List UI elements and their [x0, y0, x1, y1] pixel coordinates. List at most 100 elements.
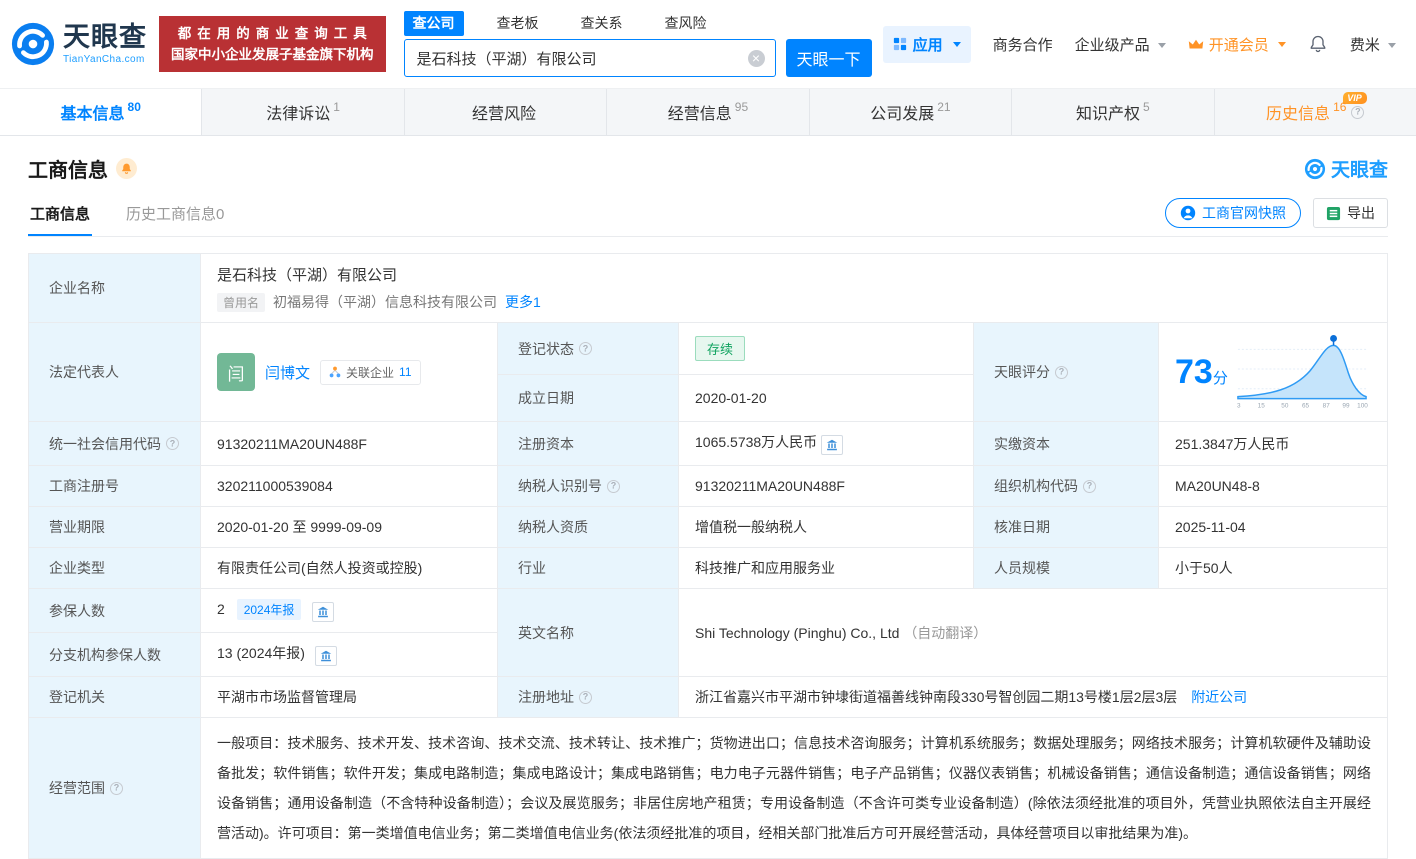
svg-text:100: 100: [1357, 402, 1368, 409]
value-credit-code: 91320211MA20UN488F: [201, 422, 498, 466]
value-branch-insured-count: 13 (2024年报): [201, 633, 498, 677]
header-right-nav: 应用 商务合作 企业级产品 开通会员 费米: [883, 26, 1396, 63]
crown-icon: [1188, 38, 1204, 51]
label-legal-representative: 法定代表人: [29, 323, 201, 422]
annual-report-icon[interactable]: [315, 646, 337, 666]
slogan-line1: 都在用的商业查询工具: [171, 23, 380, 44]
value-registration-number: 320211000539084: [201, 466, 498, 507]
legal-rep-link[interactable]: 闫博文: [265, 362, 310, 383]
tab-label: 经营风险: [472, 100, 536, 124]
tab-intellectual-property[interactable]: 知识产权 5: [1012, 89, 1214, 135]
chevron-down-icon: [953, 42, 961, 47]
table-row: 企业名称 是石科技（平湖）有限公司 曾用名 初福易得（平湖）信息科技有限公司 更…: [29, 254, 1388, 323]
help-icon[interactable]: [579, 342, 592, 355]
help-icon[interactable]: [607, 480, 620, 493]
label-taxpayer-id: 纳税人识别号: [498, 466, 679, 507]
annual-report-icon[interactable]: [312, 602, 334, 622]
svg-text:87: 87: [1323, 402, 1331, 409]
capital-source-icon[interactable]: [821, 435, 843, 455]
tab-history-info[interactable]: VIP 历史信息 16: [1215, 89, 1416, 135]
vip-membership-menu[interactable]: 开通会员: [1188, 34, 1286, 55]
help-icon[interactable]: [1055, 366, 1068, 379]
value-registered-address: 浙江省嘉兴市平湖市钟埭街道福善线钟南段330号智创园二期13号楼1层2层3层 附…: [679, 677, 1388, 718]
tianyancha-logo-icon: [10, 21, 56, 67]
tianyancha-logo[interactable]: 天眼查 TianYanCha.com: [10, 21, 147, 67]
chevron-down-icon: [1158, 43, 1166, 48]
tab-count: 95: [735, 100, 748, 114]
search-tab-relation[interactable]: 查关系: [572, 11, 632, 36]
export-button[interactable]: 导出: [1313, 198, 1388, 228]
legal-rep-avatar[interactable]: 闫: [217, 353, 255, 391]
tab-label: 知识产权: [1076, 100, 1140, 124]
related-companies-count: 11: [399, 365, 411, 379]
top-header: 天眼查 TianYanCha.com 都在用的商业查询工具 国家中小企业发展子基…: [0, 0, 1416, 88]
subtab-row: 工商信息 历史工商信息0 工商官网快照 导出: [28, 193, 1388, 237]
related-companies-tag[interactable]: 关联企业 11: [320, 360, 420, 385]
tianyancha-watermark: 天眼查: [1304, 155, 1388, 182]
logo-subtext: TianYanCha.com: [63, 54, 147, 65]
label-industry: 行业: [498, 548, 679, 589]
label-english-name: 英文名称: [498, 589, 679, 677]
table-row: 经营范围 一般项目：技术服务、技术开发、技术咨询、技术交流、技术转让、技术推广；…: [29, 718, 1388, 859]
apps-menu[interactable]: 应用: [883, 26, 971, 63]
enterprise-products-menu[interactable]: 企业级产品: [1075, 34, 1166, 55]
value-english-name: Shi Technology (Pinghu) Co., Ltd （自动翻译）: [679, 589, 1388, 677]
clear-search-icon[interactable]: [748, 50, 765, 67]
subtab-history-registration[interactable]: 历史工商信息0: [124, 193, 226, 236]
help-icon[interactable]: [579, 691, 592, 704]
score-number: 73: [1175, 353, 1213, 391]
tab-basic-info[interactable]: 基本信息 80: [0, 89, 202, 135]
subtab-business-registration[interactable]: 工商信息: [28, 193, 92, 236]
brand-slogan-banner: 都在用的商业查询工具 国家中小企业发展子基金旗下机构: [159, 16, 386, 72]
help-icon[interactable]: [166, 437, 179, 450]
main-content: 工商信息 天眼查 工商信息 历史工商信息0: [0, 136, 1416, 859]
subscribe-bell-icon[interactable]: [116, 158, 137, 179]
search-button[interactable]: 天眼一下: [786, 39, 872, 77]
label-business-term: 营业期限: [29, 507, 201, 548]
value-industry: 科技推广和应用服务业: [679, 548, 974, 589]
tab-label: 法律诉讼: [266, 100, 330, 124]
search-tab-boss[interactable]: 查老板: [488, 11, 548, 36]
value-tianyan-score[interactable]: 73分 3 15 50: [1159, 323, 1388, 422]
search-tab-risk[interactable]: 查风险: [656, 11, 716, 36]
tab-company-development[interactable]: 公司发展 21: [810, 89, 1012, 135]
tab-label: 基本信息: [61, 100, 125, 124]
label-org-code: 组织机构代码: [974, 466, 1159, 507]
search-area: 查公司 查老板 查关系 查风险 天眼一下: [404, 11, 872, 77]
user-menu[interactable]: 费米: [1350, 34, 1396, 55]
tab-count: 16: [1333, 100, 1346, 114]
svg-text:15: 15: [1258, 402, 1266, 409]
tab-business-info[interactable]: 经营信息 95: [607, 89, 809, 135]
tab-label: 历史信息: [1266, 100, 1330, 124]
value-registered-capital: 1065.5738万人民币: [679, 422, 974, 466]
value-insured-count: 2 2024年报: [201, 589, 498, 633]
value-org-code: MA20UN48-8: [1159, 466, 1388, 507]
label-registration-number: 工商注册号: [29, 466, 201, 507]
help-icon[interactable]: [1351, 106, 1364, 119]
notifications-bell-icon[interactable]: [1308, 34, 1328, 54]
official-snapshot-button[interactable]: 工商官网快照: [1165, 198, 1301, 228]
export-button-label: 导出: [1347, 203, 1375, 223]
tab-legal-proceedings[interactable]: 法律诉讼 1: [202, 89, 404, 135]
label-establish-date: 成立日期: [498, 375, 679, 422]
registered-address: 浙江省嘉兴市平湖市钟埭街道福善线钟南段330号智创园二期13号楼1层2层3层: [695, 689, 1177, 705]
nearby-companies-link[interactable]: 附近公司: [1191, 689, 1247, 705]
snapshot-person-icon: [1180, 205, 1196, 221]
vip-badge: VIP: [1343, 92, 1367, 104]
label-paid-capital: 实缴资本: [974, 422, 1159, 466]
tab-operating-risk[interactable]: 经营风险: [405, 89, 607, 135]
help-icon[interactable]: [1083, 480, 1096, 493]
search-input[interactable]: [405, 40, 775, 76]
table-row: 登记机关 平湖市市场监督管理局 注册地址 浙江省嘉兴市平湖市钟埭街道福善线钟南段…: [29, 677, 1388, 718]
value-taxpayer-id: 91320211MA20UN488F: [679, 466, 974, 507]
tab-count: 80: [128, 100, 141, 114]
help-icon[interactable]: [110, 782, 123, 795]
search-tab-company[interactable]: 查公司: [404, 11, 464, 36]
score-distribution-chart: 3 15 50 65 87 99 100: [1233, 333, 1371, 411]
label-staff-scale: 人员规模: [974, 548, 1159, 589]
value-company-name: 是石科技（平湖）有限公司 曾用名 初福易得（平湖）信息科技有限公司 更多1: [201, 254, 1388, 323]
annual-report-tag[interactable]: 2024年报: [237, 599, 302, 620]
business-cooperation-link[interactable]: 商务合作: [993, 34, 1053, 55]
more-former-names-link[interactable]: 更多1: [505, 292, 541, 312]
vip-label: 开通会员: [1209, 34, 1269, 55]
